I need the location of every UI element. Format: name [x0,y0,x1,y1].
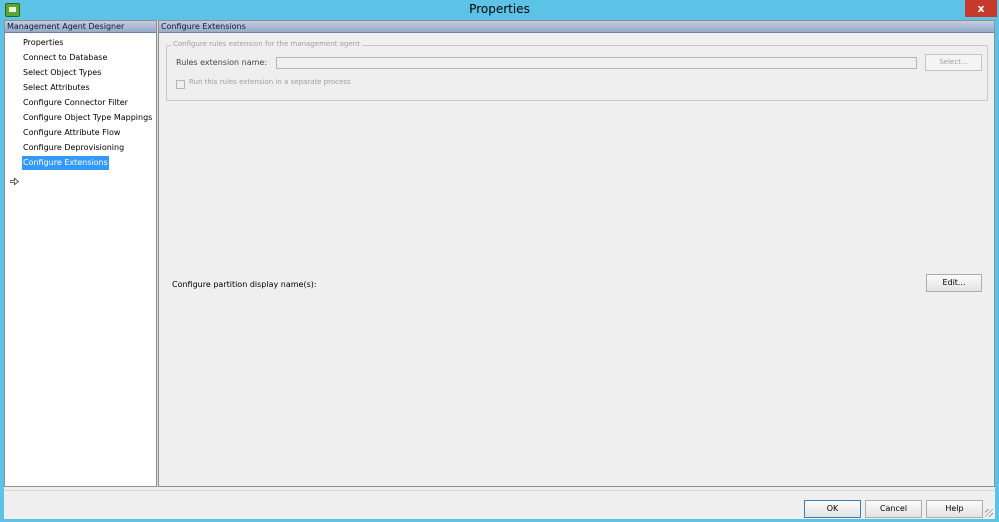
separate-process-label: Run this rules extension in a separate p… [189,78,351,86]
dialog-client: Management Agent Designer Properties Con… [4,20,995,519]
navigation-pane: Management Agent Designer Properties Con… [4,20,157,487]
nav-item-select-attributes[interactable]: Select Attributes [22,81,91,95]
arrow-right-icon [10,177,19,186]
rules-extension-group: Configure rules extension for the manage… [166,40,988,101]
ok-button[interactable]: OK [804,500,861,518]
nav-item-configure-deprovisioning[interactable]: Configure Deprovisioning [22,141,125,155]
nav-item-properties[interactable]: Properties [22,36,64,50]
rules-extension-name-input[interactable] [276,57,917,69]
separate-process-checkbox[interactable] [176,80,185,89]
nav-item-configure-object-type-mappings[interactable]: Configure Object Type Mappings [22,111,153,125]
partition-display-names-label: Configure partition display name(s): [172,280,317,289]
rules-extension-group-legend: Configure rules extension for the manage… [171,40,362,48]
nav-item-connect-to-database[interactable]: Connect to Database [22,51,108,65]
resize-grip-icon[interactable] [985,509,993,517]
rules-extension-name-label: Rules extension name: [176,58,268,67]
nav-item-configure-extensions[interactable]: Configure Extensions [22,156,109,170]
content-pane: Configure Extensions Configure rules ext… [158,20,995,487]
select-button[interactable]: Select... [925,54,982,71]
window-title: Properties [469,2,530,16]
close-button[interactable]: x [965,0,997,17]
help-button[interactable]: Help [926,500,983,518]
button-bar: OK Cancel Help [4,490,995,519]
nav-item-configure-attribute-flow[interactable]: Configure Attribute Flow [22,126,121,140]
cancel-button[interactable]: Cancel [865,500,922,518]
close-icon[interactable]: x [977,2,984,15]
nav-item-select-object-types[interactable]: Select Object Types [22,66,102,80]
content-header: Configure Extensions [159,21,994,33]
edit-button[interactable]: Edit... [926,274,982,292]
nav-item-configure-connector-filter[interactable]: Configure Connector Filter [22,96,129,110]
title-bar: Properties x [0,0,999,20]
navigation-header: Management Agent Designer [5,21,156,33]
